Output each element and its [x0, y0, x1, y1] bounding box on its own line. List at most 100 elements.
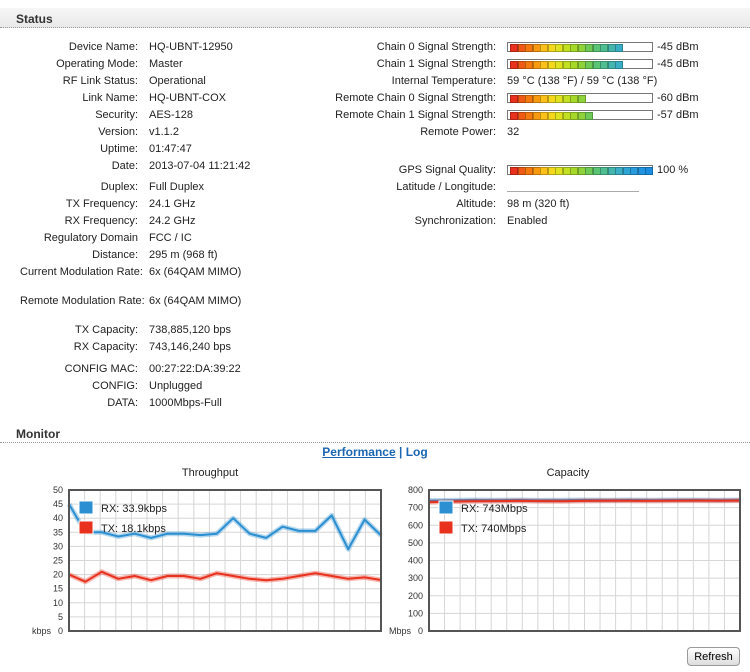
- legend-swatch: [438, 520, 454, 535]
- status-row-operating-mode: Operating Mode: Master: [0, 57, 330, 71]
- data-point: [216, 572, 218, 574]
- field-value: 6x (64QAM MIMO): [149, 266, 242, 278]
- section-divider: [0, 442, 750, 443]
- field-value: Master: [149, 58, 183, 70]
- status-row-gps-signal-quality: GPS Signal Quality: 100 %: [300, 163, 750, 177]
- field-value: 2013-07-04 11:21:42: [149, 160, 251, 172]
- data-point: [561, 500, 564, 503]
- field-value: Unplugged: [149, 380, 203, 392]
- data-point: [330, 514, 333, 517]
- legend-label: RX: 33.9kbps: [101, 503, 168, 515]
- signal-meter: [507, 59, 653, 69]
- lat-long-placeholder: [507, 191, 639, 192]
- refresh-button[interactable]: Refresh: [687, 647, 740, 666]
- field-value: 6x (64QAM MIMO): [149, 295, 242, 307]
- signal-meter: [507, 93, 653, 103]
- field-label: CONFIG:: [92, 380, 138, 392]
- y-tick-label: 0: [418, 626, 423, 636]
- field-label: Chain 0 Signal Strength:: [376, 41, 496, 53]
- meter-segment: [615, 44, 623, 52]
- field-value: HQ-UBNT-12950: [149, 41, 233, 53]
- y-tick-label: 700: [408, 503, 423, 513]
- data-point: [232, 575, 234, 577]
- capacity-chart-title: Capacity: [546, 467, 590, 479]
- field-value: 743,146,240 bps: [149, 341, 231, 353]
- signal-meter: [507, 110, 653, 120]
- field-value: HQ-UBNT-COX: [149, 92, 226, 104]
- data-point: [150, 537, 152, 539]
- field-value: Enabled: [507, 215, 548, 227]
- field-value: AES-128: [149, 109, 194, 121]
- field-label: Latitude / Longitude:: [396, 181, 496, 193]
- capacity-chart: 0 100 200 300 400 500 600 700 800 Mbps RX: 743Mbps…: [389, 485, 741, 636]
- y-tick-label: 10: [53, 598, 63, 608]
- field-value: 59 °C (138 °F) / 59 °C (138 °F): [507, 75, 658, 87]
- field-value: -45 dBm: [657, 58, 699, 70]
- data-point: [363, 576, 366, 579]
- field-value: 00:27:22:DA:39:22: [149, 363, 241, 375]
- field-value: Full Duplex: [149, 181, 205, 193]
- data-point: [150, 579, 152, 581]
- data-point: [117, 578, 120, 580]
- field-label: CONFIG MAC:: [64, 363, 138, 375]
- status-row-distance: Distance: 295 m (968 ft): [0, 248, 330, 262]
- y-unit-label: Mbps: [389, 626, 412, 636]
- field-value: 1000Mbps-Full: [149, 397, 222, 409]
- field-label: RX Frequency:: [64, 215, 138, 227]
- status-row-internal-temperature: Internal Temperature: 59 °C (138 °F) / 59…: [300, 74, 750, 88]
- data-point: [101, 571, 103, 573]
- legend-label: TX: 740Mbps: [461, 523, 527, 535]
- signal-meter: [507, 42, 653, 52]
- data-point: [672, 500, 675, 502]
- monitor-title: Monitor: [16, 427, 60, 441]
- field-value: 24.2 GHz: [149, 215, 196, 227]
- field-label: Duplex:: [100, 181, 138, 193]
- tab-performance[interactable]: Performance: [322, 445, 395, 459]
- field-label: Remote Power:: [420, 126, 496, 138]
- data-point: [583, 500, 586, 502]
- field-value: v1.1.2: [149, 126, 179, 138]
- status-row-date: Date: 2013-07-04 11:21:42: [0, 159, 330, 173]
- status-row-tx-frequency: TX Frequency: 24.1 GHz: [0, 197, 330, 211]
- status-row-remote-modulation-rate: Remote Modulation Rate: 6x (64QAM MIMO): [0, 295, 330, 321]
- field-value: -57 dBm: [657, 109, 699, 121]
- data-point: [347, 578, 350, 580]
- field-value: -60 dBm: [657, 92, 699, 104]
- y-tick-label: 500: [408, 538, 423, 548]
- field-value: Operational: [149, 75, 206, 87]
- field-value: 32: [507, 126, 520, 138]
- field-label: Altitude:: [456, 198, 496, 210]
- y-tick-label: 600: [408, 520, 423, 530]
- status-row-current-modulation-rate: Current Modulation Rate: 6x (64QAM MIMO): [0, 266, 330, 292]
- field-label: RF Link Status:: [62, 75, 138, 87]
- status-row-rx-frequency: RX Frequency: 24.2 GHz: [0, 214, 330, 228]
- data-point: [472, 500, 475, 503]
- y-tick-label: 800: [408, 485, 423, 495]
- y-tick-label: 5: [58, 612, 63, 622]
- meter-segment: [645, 167, 653, 175]
- field-value: 295 m (968 ft): [149, 249, 218, 261]
- field-label: Synchronization:: [414, 215, 496, 227]
- meter-segment: [615, 61, 623, 69]
- data-point: [717, 500, 719, 502]
- data-point: [199, 534, 202, 536]
- meter-segment: [577, 95, 586, 103]
- data-point: [248, 532, 251, 535]
- data-point: [314, 572, 317, 574]
- data-point: [330, 575, 333, 577]
- field-label: RX Capacity:: [73, 341, 138, 353]
- status-row-duplex: Duplex: Full Duplex: [0, 180, 330, 194]
- field-label: Remote Chain 1 Signal Strength:: [335, 109, 496, 121]
- y-tick-label: 15: [53, 584, 63, 594]
- data-point: [166, 575, 169, 577]
- tab-separator: |: [399, 445, 403, 459]
- y-tick-label: 40: [53, 513, 63, 523]
- status-row-security: Security: AES-128: [0, 108, 330, 122]
- field-label: Security:: [95, 109, 138, 121]
- meter-segment: [585, 112, 593, 120]
- data-point: [265, 579, 267, 581]
- section-divider: [0, 27, 750, 28]
- tab-log[interactable]: Log: [406, 445, 428, 459]
- field-value: FCC / IC: [149, 232, 192, 244]
- data-point: [248, 578, 251, 580]
